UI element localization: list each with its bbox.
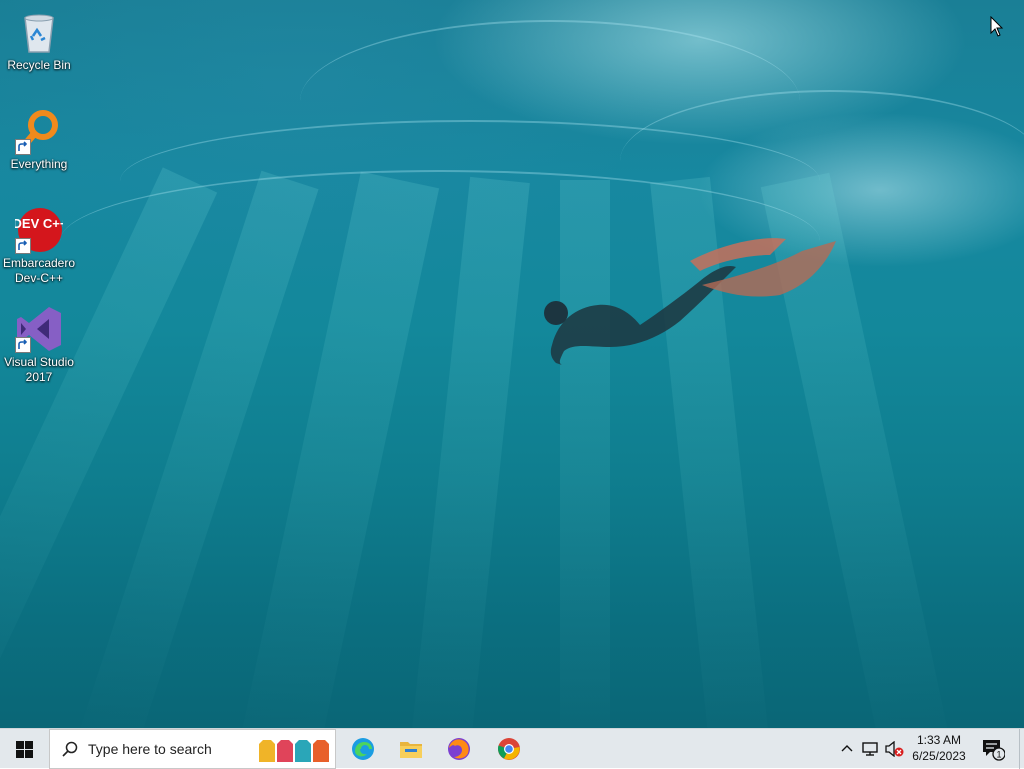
desktop-icon-label: Everything	[10, 157, 68, 171]
desktop-icon-recycle-bin[interactable]: Recycle Bin	[2, 8, 76, 73]
desktop-icon-everything[interactable]: Everything	[2, 107, 76, 172]
devcpp-icon: DEV C++	[13, 206, 68, 254]
taskbar-search-box[interactable]: Type here to search	[49, 729, 336, 769]
clock-time: 1:33 AM	[916, 733, 962, 747]
recycle-bin-icon	[15, 8, 63, 56]
network-icon	[862, 742, 878, 756]
notification-icon: 1	[983, 740, 1005, 761]
magnifier-icon	[15, 107, 63, 155]
windows-logo-icon	[15, 740, 33, 758]
show-desktop-button[interactable]	[1019, 729, 1024, 769]
desktop-icon-label: Recycle Bin	[7, 58, 71, 72]
shortcut-arrow-icon	[15, 337, 31, 353]
firefox-icon	[448, 738, 470, 760]
search-icon	[62, 741, 78, 757]
volume-muted-icon	[885, 741, 904, 757]
edge-icon	[352, 738, 374, 760]
desktop-icon-visual-studio[interactable]: Visual Studio 2017	[2, 305, 76, 385]
taskbar-clock[interactable]: 1:33 AM 6/25/2023	[906, 732, 972, 766]
desktop-icon-label: Visual Studio 2017	[4, 355, 74, 384]
search-highlight-icon	[259, 740, 329, 762]
mouse-cursor-icon	[990, 16, 1004, 37]
chrome-icon	[498, 738, 520, 760]
shortcut-arrow-icon	[15, 139, 31, 155]
desktop-icon-label: Embarcadero Dev-C++	[2, 256, 76, 285]
desktop-wallpaper: Recycle Bin Everything DEV C++ Embarcade…	[0, 0, 1024, 728]
taskbar-edge-button[interactable]	[340, 729, 386, 769]
diver-silhouette	[544, 238, 836, 365]
start-button[interactable]	[0, 729, 48, 769]
taskbar-firefox-button[interactable]	[436, 729, 482, 769]
notification-count: 1	[996, 750, 1001, 760]
notification-center-button[interactable]: 1	[978, 729, 1008, 769]
search-placeholder: Type here to search	[88, 741, 212, 757]
taskbar-file-explorer-button[interactable]	[388, 729, 434, 769]
volume-tray-button[interactable]	[884, 729, 906, 769]
desktop-icon-devcpp[interactable]: DEV C++ Embarcadero Dev-C++	[2, 206, 76, 286]
shortcut-arrow-icon	[15, 238, 31, 254]
chevron-up-icon	[841, 745, 853, 752]
taskbar-chrome-button[interactable]	[486, 729, 532, 769]
devcpp-badge-text: DEV C++	[15, 216, 63, 231]
clock-date: 6/25/2023	[912, 749, 966, 763]
taskbar: Type here to search 1:33 AM 6/25/2023 1	[0, 728, 1024, 769]
network-tray-button[interactable]	[860, 729, 882, 769]
show-hidden-icons-button[interactable]	[836, 729, 858, 769]
visual-studio-icon	[15, 305, 63, 353]
file-explorer-icon	[400, 742, 422, 758]
